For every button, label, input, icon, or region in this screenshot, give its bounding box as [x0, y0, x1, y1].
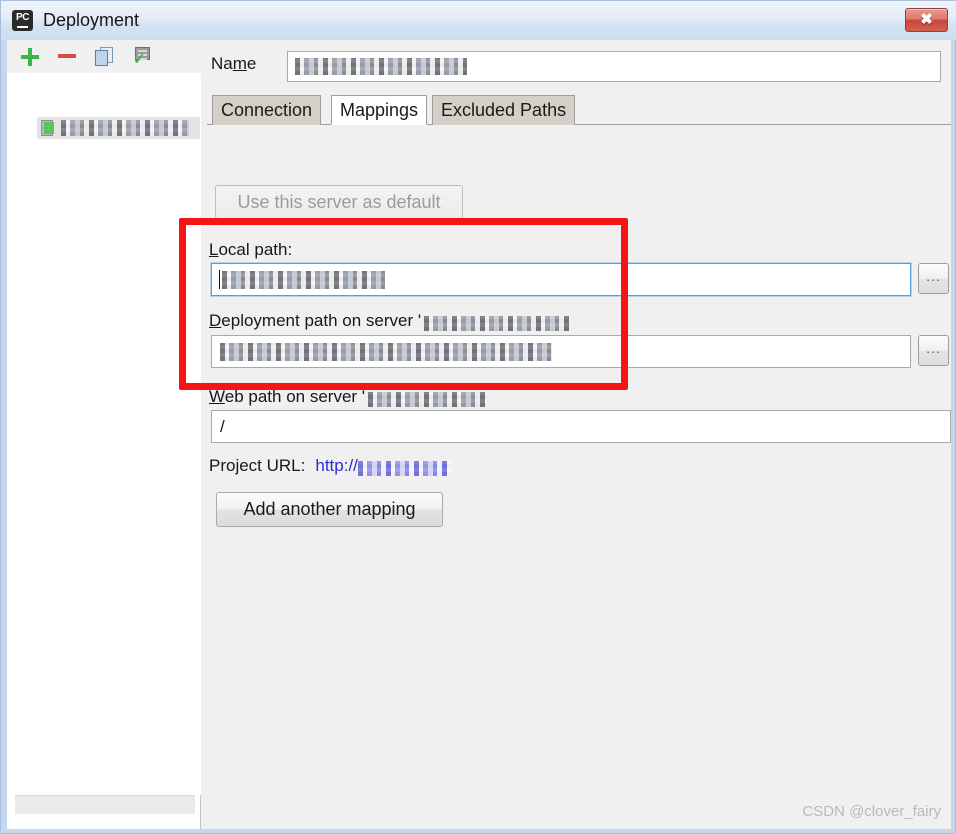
- local-path-input[interactable]: [211, 263, 911, 296]
- settings-tabstrip: Connection Mappings Excluded Paths: [207, 95, 951, 125]
- web-path-value: /: [220, 417, 225, 436]
- window-title: Deployment: [43, 10, 140, 30]
- server-list-panel: ✓: [7, 40, 201, 829]
- watermark: CSDN @clover_fairy: [802, 803, 941, 820]
- app-icon-text: PC: [15, 12, 30, 23]
- tab-mappings[interactable]: Mappings: [331, 95, 428, 125]
- minus-icon: [58, 54, 76, 58]
- tab-excluded-paths[interactable]: Excluded Paths: [432, 95, 576, 125]
- server-icon: [41, 120, 57, 136]
- project-url-row: Project URL: http://: [209, 456, 451, 477]
- add-server-button[interactable]: [17, 44, 43, 69]
- deployment-path-label: Deployment path on server ': [209, 311, 570, 332]
- use-server-as-default-button[interactable]: Use this server as default: [215, 185, 463, 219]
- server-list-footer: [15, 795, 195, 814]
- name-input[interactable]: [287, 51, 941, 82]
- web-path-label: Web path on server ': [209, 387, 487, 408]
- server-check-icon: ✓: [132, 47, 152, 67]
- title-bar: PC Deployment ✖: [1, 1, 956, 40]
- server-tree[interactable]: [7, 73, 201, 795]
- local-path-value-redacted: [222, 271, 385, 289]
- web-path-server-redacted: [368, 392, 487, 408]
- text-cursor: [219, 270, 220, 289]
- close-icon: ✖: [920, 11, 933, 28]
- local-path-browse-button[interactable]: ...: [918, 263, 949, 294]
- name-label: Name: [211, 54, 257, 73]
- project-url-host-redacted: [357, 461, 451, 477]
- deployment-dialog-window: PC Deployment ✖ ✓ Name Connection Mappin…: [0, 0, 956, 834]
- local-path-label: Local path:: [209, 240, 293, 259]
- copy-server-button[interactable]: [91, 44, 117, 69]
- server-settings-pane: Name Connection Mappings Excluded Paths …: [201, 40, 951, 829]
- pycharm-icon: PC: [12, 10, 33, 31]
- deployment-path-browse-button[interactable]: ...: [918, 335, 949, 366]
- deployment-path-server-redacted: [424, 316, 570, 332]
- deployment-path-input[interactable]: [211, 335, 911, 368]
- add-another-mapping-button[interactable]: Add another mapping: [216, 492, 443, 527]
- set-default-server-button[interactable]: ✓: [128, 44, 154, 69]
- mappings-tab-panel: Use this server as default Local path: .…: [201, 125, 951, 829]
- web-path-input[interactable]: /: [211, 410, 951, 443]
- tab-connection[interactable]: Connection: [212, 95, 322, 125]
- server-tree-item[interactable]: [37, 117, 200, 139]
- remove-server-button[interactable]: [54, 44, 80, 69]
- copy-icon: [95, 47, 114, 66]
- name-value-redacted: [295, 58, 467, 75]
- close-button[interactable]: ✖: [905, 8, 948, 32]
- deployment-path-value-redacted: [220, 343, 552, 361]
- dialog-client-area: ✓ Name Connection Mappings Excluded Path…: [7, 40, 951, 829]
- plus-icon: [21, 48, 39, 66]
- app-icon-underline: [17, 26, 28, 28]
- project-url-label: Project URL:: [209, 456, 306, 475]
- server-tree-item-label-redacted: [61, 120, 189, 136]
- server-list-toolbar: ✓: [7, 40, 201, 73]
- project-url-link[interactable]: http://: [315, 456, 358, 475]
